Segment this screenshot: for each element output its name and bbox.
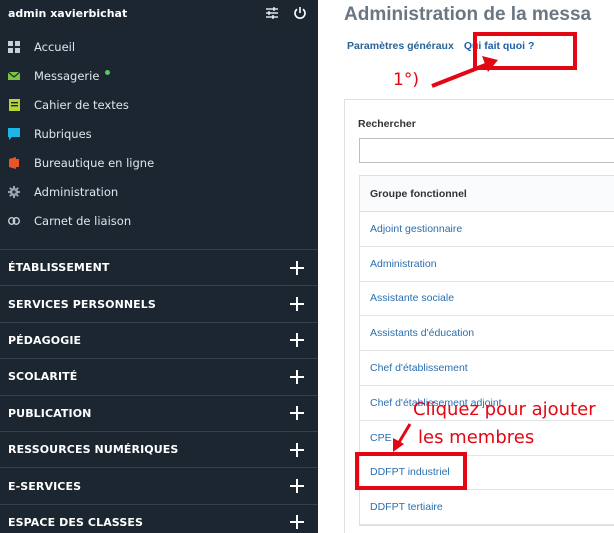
plus-icon[interactable] (290, 333, 304, 348)
plus-icon[interactable] (290, 260, 304, 275)
user-name[interactable]: admin xavierbichat (8, 7, 127, 20)
sidebar: admin xavierbichat Accueil Messagerie Ca… (0, 0, 318, 533)
plus-icon[interactable] (290, 297, 304, 312)
section-label: SERVICES PERSONNELS (8, 297, 156, 311)
nav-item-bureautique[interactable]: Bureautique en ligne (0, 148, 318, 177)
power-icon[interactable] (292, 5, 308, 21)
nav-label: Administration (34, 184, 119, 199)
nav-label: Rubriques (34, 126, 92, 141)
annotation-box-row (355, 452, 467, 490)
plus-icon[interactable] (290, 442, 304, 457)
nav-label: Messagerie (34, 68, 100, 83)
section-label: E-SERVICES (8, 479, 82, 493)
table-row[interactable]: Assistante sociale (360, 282, 614, 317)
section-label: ESPACE DES CLASSES (8, 515, 143, 529)
search-input[interactable] (359, 138, 614, 163)
link-icon (8, 215, 20, 227)
sidebar-header: admin xavierbichat (0, 0, 318, 26)
section-publication[interactable]: PUBLICATION (0, 394, 318, 431)
chat-bubble-icon (8, 127, 20, 140)
search-label: Rechercher (358, 118, 416, 130)
annotation-step: 1°) (393, 70, 419, 90)
sidebar-sections: ÉTABLISSEMENT SERVICES PERSONNELS PÉDAGO… (0, 249, 318, 533)
main-nav: Accueil Messagerie Cahier de textes Rubr… (0, 32, 318, 235)
nav-item-rubriques[interactable]: Rubriques (0, 119, 318, 148)
nav-label: Bureautique en ligne (34, 155, 155, 170)
table-row[interactable]: Assistants d'éducation (360, 316, 614, 352)
column-header-groupe: Groupe fonctionnel (370, 187, 467, 200)
table-row[interactable]: Administration (360, 247, 614, 282)
plus-icon[interactable] (290, 369, 304, 384)
gear-icon (8, 185, 20, 198)
notebook-icon (8, 98, 20, 111)
page-title: Administration de la messa (344, 4, 592, 25)
section-ressources-numeriques[interactable]: RESSOURCES NUMÉRIQUES (0, 430, 318, 467)
annotation-hint-line1: Cliquez pour ajouter (413, 399, 596, 420)
table-header[interactable]: Groupe fonctionnel (360, 176, 614, 212)
nav-item-carnet-de-liaison[interactable]: Carnet de liaison (0, 206, 318, 235)
annotation-hint-line2: les membres (418, 427, 535, 448)
section-etablissement[interactable]: ÉTABLISSEMENT (0, 249, 318, 285)
section-services-personnels[interactable]: SERVICES PERSONNELS (0, 285, 318, 321)
plus-icon[interactable] (290, 406, 304, 421)
section-label: ÉTABLISSEMENT (8, 261, 110, 275)
section-pedagogie[interactable]: PÉDAGOGIE (0, 321, 318, 358)
nav-item-messagerie[interactable]: Messagerie (0, 61, 318, 90)
section-espace-des-classes[interactable]: ESPACE DES CLASSES (0, 503, 318, 533)
section-label: PÉDAGOGIE (8, 333, 82, 347)
nav-label: Accueil (34, 39, 76, 54)
tab-parametres-generaux[interactable]: Paramètres généraux (347, 40, 454, 52)
grid-icon (8, 40, 20, 53)
office-icon (8, 156, 20, 169)
section-label: RESSOURCES NUMÉRIQUES (8, 443, 179, 457)
section-label: SCOLARITÉ (8, 370, 78, 384)
nav-label: Carnet de liaison (34, 213, 132, 228)
nav-item-cahier-de-textes[interactable]: Cahier de textes (0, 90, 318, 119)
plus-icon[interactable] (290, 515, 304, 530)
section-label: PUBLICATION (8, 406, 92, 420)
nav-item-administration[interactable]: Administration (0, 177, 318, 206)
annotation-box-tab (473, 32, 577, 70)
sliders-icon[interactable] (264, 5, 280, 21)
nav-label: Cahier de textes (34, 97, 129, 112)
envelope-icon (8, 70, 20, 82)
online-indicator (105, 70, 111, 75)
plus-icon[interactable] (290, 479, 304, 494)
table-row[interactable]: DDFPT tertiaire (360, 490, 614, 526)
section-scolarite[interactable]: SCOLARITÉ (0, 358, 318, 394)
section-e-services[interactable]: E-SERVICES (0, 467, 318, 503)
header-icons (264, 5, 308, 21)
table-row[interactable]: Adjoint gestionnaire (360, 212, 614, 247)
nav-item-accueil[interactable]: Accueil (0, 32, 318, 61)
table-row[interactable]: Chef d'établissement (360, 351, 614, 386)
